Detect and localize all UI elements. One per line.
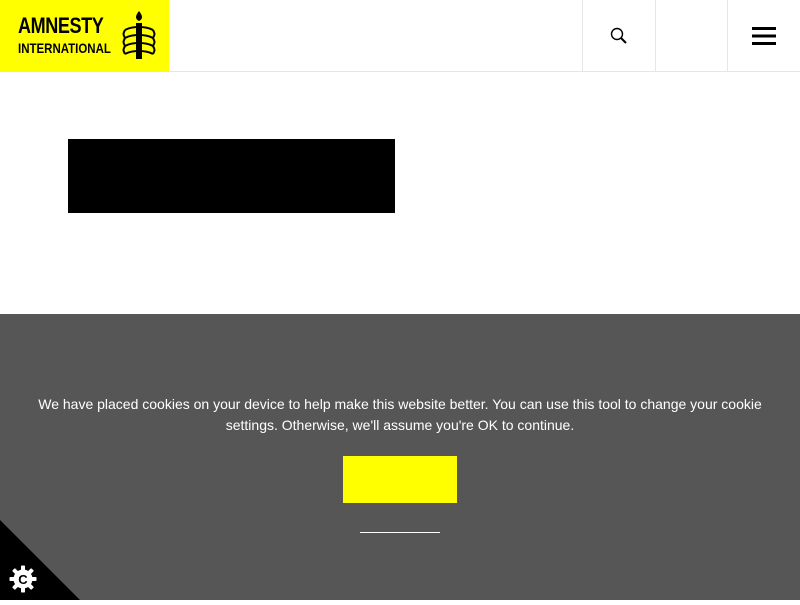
language-selector[interactable] xyxy=(655,0,727,72)
logo-wordmark: AMNESTY INTERNATIONAL xyxy=(18,13,131,56)
cookie-accept-button[interactable] xyxy=(343,456,457,503)
logo-line-2: INTERNATIONAL xyxy=(18,40,111,56)
menu-button[interactable] xyxy=(727,0,800,72)
cookie-settings-corner-button[interactable]: C xyxy=(0,520,80,600)
search-icon xyxy=(610,27,627,44)
logo-line-1: AMNESTY xyxy=(18,13,104,38)
hamburger-menu-icon xyxy=(752,27,776,45)
cookie-settings-link[interactable] xyxy=(360,518,440,533)
cookie-message: We have placed cookies on your device to… xyxy=(38,396,762,433)
content-block xyxy=(68,139,395,213)
site-header: AMNESTY INTERNATIONAL xyxy=(0,0,800,72)
search-button[interactable] xyxy=(582,0,655,72)
amnesty-logo[interactable]: AMNESTY INTERNATIONAL xyxy=(0,0,169,72)
cookie-settings-gear-icon: C xyxy=(9,565,37,593)
candle-icon xyxy=(122,11,156,59)
cookie-banner: We have placed cookies on your device to… xyxy=(0,314,800,600)
svg-text:C: C xyxy=(18,572,28,587)
